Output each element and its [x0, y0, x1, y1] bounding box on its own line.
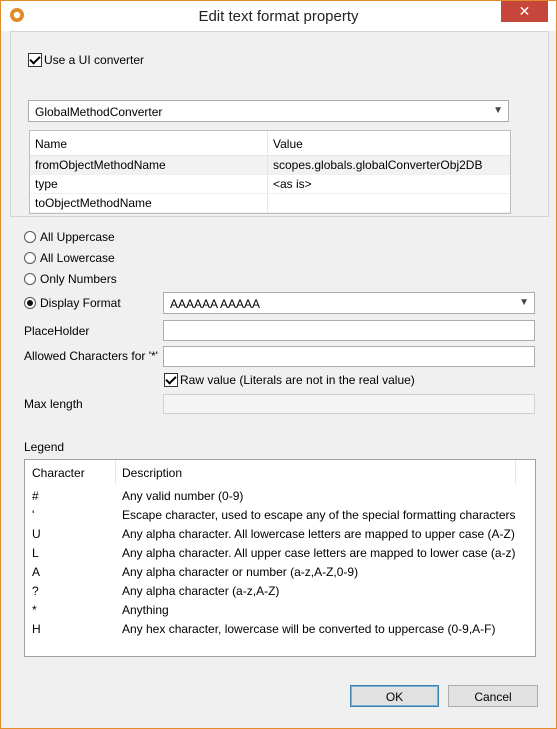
converter-select-value: GlobalMethodConverter	[35, 105, 163, 119]
placeholder-input[interactable]	[163, 320, 535, 341]
table-row[interactable]: fromObjectMethodName scopes.globals.glob…	[30, 156, 510, 175]
legend-char: #	[32, 489, 39, 503]
all-lowercase-radio[interactable]	[24, 252, 36, 264]
table-row[interactable]: toObjectMethodName	[30, 194, 510, 213]
dialog-window: Edit text format property ✕ Use a UI con…	[0, 0, 557, 729]
column-divider	[267, 131, 268, 213]
list-item: H Any hex character, lowercase will be co…	[25, 620, 535, 639]
chevron-down-icon: ▼	[519, 297, 529, 308]
raw-value-label: Raw value (Literals are not in the real …	[180, 373, 415, 387]
column-divider	[515, 460, 516, 484]
list-item: L Any alpha character. All upper case let…	[25, 544, 535, 563]
column-divider	[115, 460, 116, 484]
legend-char: L	[32, 546, 39, 560]
display-format-select[interactable]: AAAAAA AAAAA ▼	[163, 292, 535, 314]
all-lowercase-label: All Lowercase	[40, 251, 115, 265]
raw-value-checkbox[interactable]	[164, 373, 178, 387]
converter-select[interactable]: GlobalMethodConverter ▼	[28, 100, 509, 122]
table-row[interactable]: type <as is>	[30, 175, 510, 194]
table-header: Name Value	[30, 131, 510, 156]
legend-table: Character Description # Any valid number …	[24, 459, 536, 657]
all-uppercase-label: All Uppercase	[40, 230, 115, 244]
list-item: * Anything	[25, 601, 535, 620]
display-format-value: AAAAAA AAAAA	[170, 297, 261, 311]
allowed-characters-input[interactable]	[163, 346, 535, 367]
list-item: # Any valid number (0-9)	[25, 487, 535, 506]
use-ui-converter-label: Use a UI converter	[44, 53, 145, 67]
only-numbers-label: Only Numbers	[40, 272, 117, 286]
legend-desc: Any alpha character. All upper case lett…	[122, 546, 516, 560]
property-name: fromObjectMethodName	[35, 158, 166, 172]
list-item: A Any alpha character or number (a-z,A-Z,…	[25, 563, 535, 582]
close-button[interactable]: ✕	[501, 1, 548, 22]
legend-desc: Any alpha character. All lowercase lette…	[122, 527, 515, 541]
legend-desc: Any hex character, lowercase will be con…	[122, 622, 496, 636]
legend-column-character: Character	[32, 466, 85, 480]
legend-column-description: Description	[122, 466, 183, 480]
legend-desc: Anything	[122, 603, 169, 617]
property-value[interactable]: <as is>	[273, 177, 312, 191]
list-item: ? Any alpha character (a-z,A-Z)	[25, 582, 535, 601]
legend-char: A	[32, 565, 41, 579]
max-length-input[interactable]	[163, 394, 535, 414]
column-header-name: Name	[35, 137, 68, 151]
window-title: Edit text format property	[198, 8, 359, 25]
legend-char: *	[32, 603, 37, 617]
title-bar[interactable]: Edit text format property ✕	[1, 1, 556, 31]
ok-button[interactable]: OK	[350, 685, 439, 707]
display-format-radio[interactable]	[24, 297, 36, 309]
legend-desc: Escape character, used to escape any of …	[122, 508, 516, 522]
allowed-characters-label: Allowed Characters for '*'	[24, 349, 158, 363]
property-name: toObjectMethodName	[35, 196, 152, 210]
legend-desc: Any alpha character (a-z,A-Z)	[122, 584, 280, 598]
max-length-label: Max length	[24, 397, 83, 411]
only-numbers-radio[interactable]	[24, 273, 36, 285]
legend-desc: Any valid number (0-9)	[122, 489, 244, 503]
legend-char: H	[32, 622, 41, 636]
column-header-value: Value	[273, 137, 303, 151]
chevron-down-icon: ▼	[493, 105, 503, 116]
list-item: ' Escape character, used to escape any of…	[25, 506, 535, 525]
use-ui-converter-checkbox[interactable]	[28, 53, 42, 67]
legend-desc: Any alpha character or number (a-z,A-Z,0…	[122, 565, 359, 579]
cancel-button[interactable]: Cancel	[448, 685, 538, 707]
legend-char: U	[32, 527, 41, 541]
all-uppercase-radio[interactable]	[24, 231, 36, 243]
legend-char: '	[32, 508, 35, 522]
legend-title: Legend	[24, 440, 65, 454]
converter-properties-table: Name Value fromObjectMethodName scopes.g…	[29, 130, 511, 214]
legend-char: ?	[32, 584, 39, 598]
converter-panel: Use a UI converter GlobalMethodConverter…	[10, 31, 549, 217]
close-icon: ✕	[518, 3, 531, 19]
property-name: type	[35, 177, 58, 191]
legend-header: Character Description	[25, 460, 535, 484]
display-format-label: Display Format	[40, 296, 121, 310]
property-value[interactable]: scopes.globals.globalConverterObj2DB	[273, 158, 482, 172]
placeholder-label: PlaceHolder	[24, 324, 90, 338]
list-item: U Any alpha character. All lowercase lett…	[25, 525, 535, 544]
